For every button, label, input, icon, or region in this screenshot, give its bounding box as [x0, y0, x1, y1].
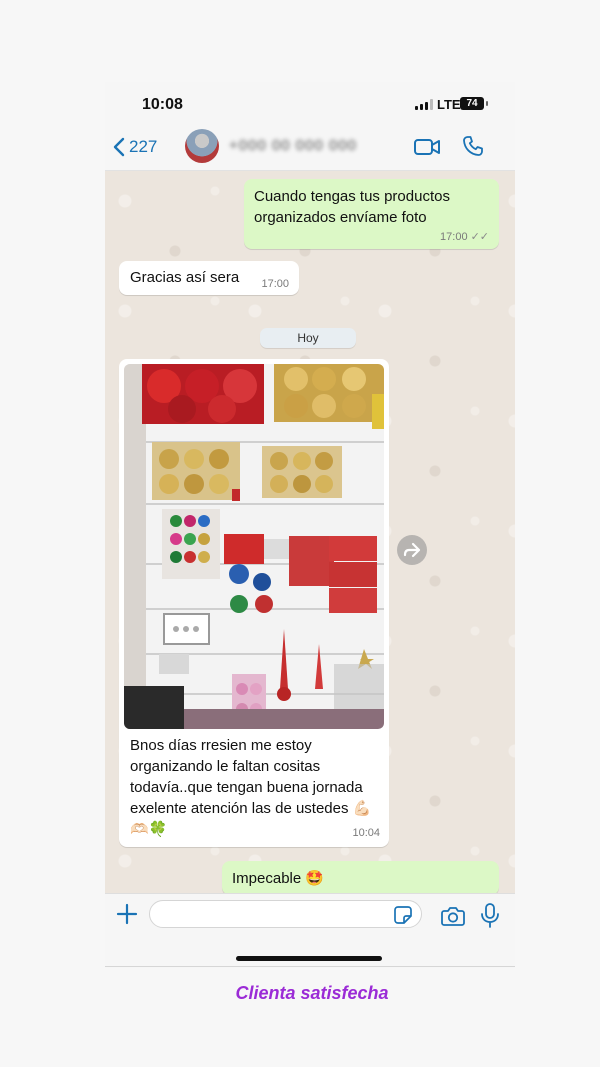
- status-bar: 10:08 LTE 74: [105, 82, 515, 124]
- chat-area[interactable]: Cuando tengas tus productos organizados …: [105, 171, 515, 893]
- story-divider: [105, 966, 515, 967]
- ornament-display-photo[interactable]: [124, 364, 384, 729]
- message-time: 17:00: [261, 278, 289, 290]
- battery-tip: [486, 101, 488, 106]
- avatar[interactable]: [185, 129, 219, 163]
- home-indicator: [236, 956, 382, 961]
- battery-level: 74: [466, 98, 478, 109]
- sticker-icon[interactable]: [394, 906, 412, 924]
- contact-name[interactable]: +000 00 000 000: [229, 137, 357, 154]
- story-caption: Clienta satisfecha: [235, 983, 389, 1003]
- network-label: LTE: [437, 97, 461, 112]
- video-camera-icon[interactable]: [413, 136, 441, 158]
- forward-button[interactable]: [397, 535, 427, 565]
- date-separator: Hoy: [260, 328, 356, 348]
- phone-screen: 10:08 LTE 74 227 +000 00 000 000 Cuando …: [105, 82, 515, 968]
- message-bubble-incoming[interactable]: Gracias así sera 17:00: [119, 261, 299, 295]
- message-text: Impecable 🤩: [232, 870, 325, 887]
- ornament-photo-illustration: [124, 364, 384, 729]
- signal-icon: [415, 99, 433, 110]
- input-bar: [105, 893, 515, 938]
- microphone-icon[interactable]: [480, 903, 500, 929]
- message-text: Gracias así sera: [130, 269, 240, 286]
- message-bubble-outgoing[interactable]: Impecable 🤩: [222, 861, 499, 893]
- message-input[interactable]: [149, 900, 422, 928]
- unread-count: 227: [129, 137, 158, 156]
- plus-icon[interactable]: [116, 903, 138, 925]
- camera-icon[interactable]: [441, 905, 465, 927]
- phone-icon[interactable]: [461, 134, 485, 158]
- read-check-icon: ✓✓: [470, 231, 489, 243]
- message-caption: Bnos días rresien me estoy organizando l…: [130, 737, 372, 838]
- chat-header: 227 +000 00 000 000: [105, 124, 515, 171]
- back-button[interactable]: 227: [113, 132, 157, 162]
- status-time: 10:08: [142, 96, 183, 113]
- message-text: Cuando tengas tus productos organizados …: [254, 188, 450, 226]
- battery-icon: 74: [460, 97, 484, 110]
- image-message-bubble[interactable]: Bnos días rresien me estoy organizando l…: [119, 359, 389, 847]
- forward-arrow-icon: [403, 542, 421, 558]
- message-time: 10:04: [352, 827, 380, 839]
- message-bubble-outgoing[interactable]: Cuando tengas tus productos organizados …: [244, 179, 499, 249]
- message-time: 17:00 ✓✓: [440, 231, 489, 243]
- chevron-left-icon: [113, 137, 125, 157]
